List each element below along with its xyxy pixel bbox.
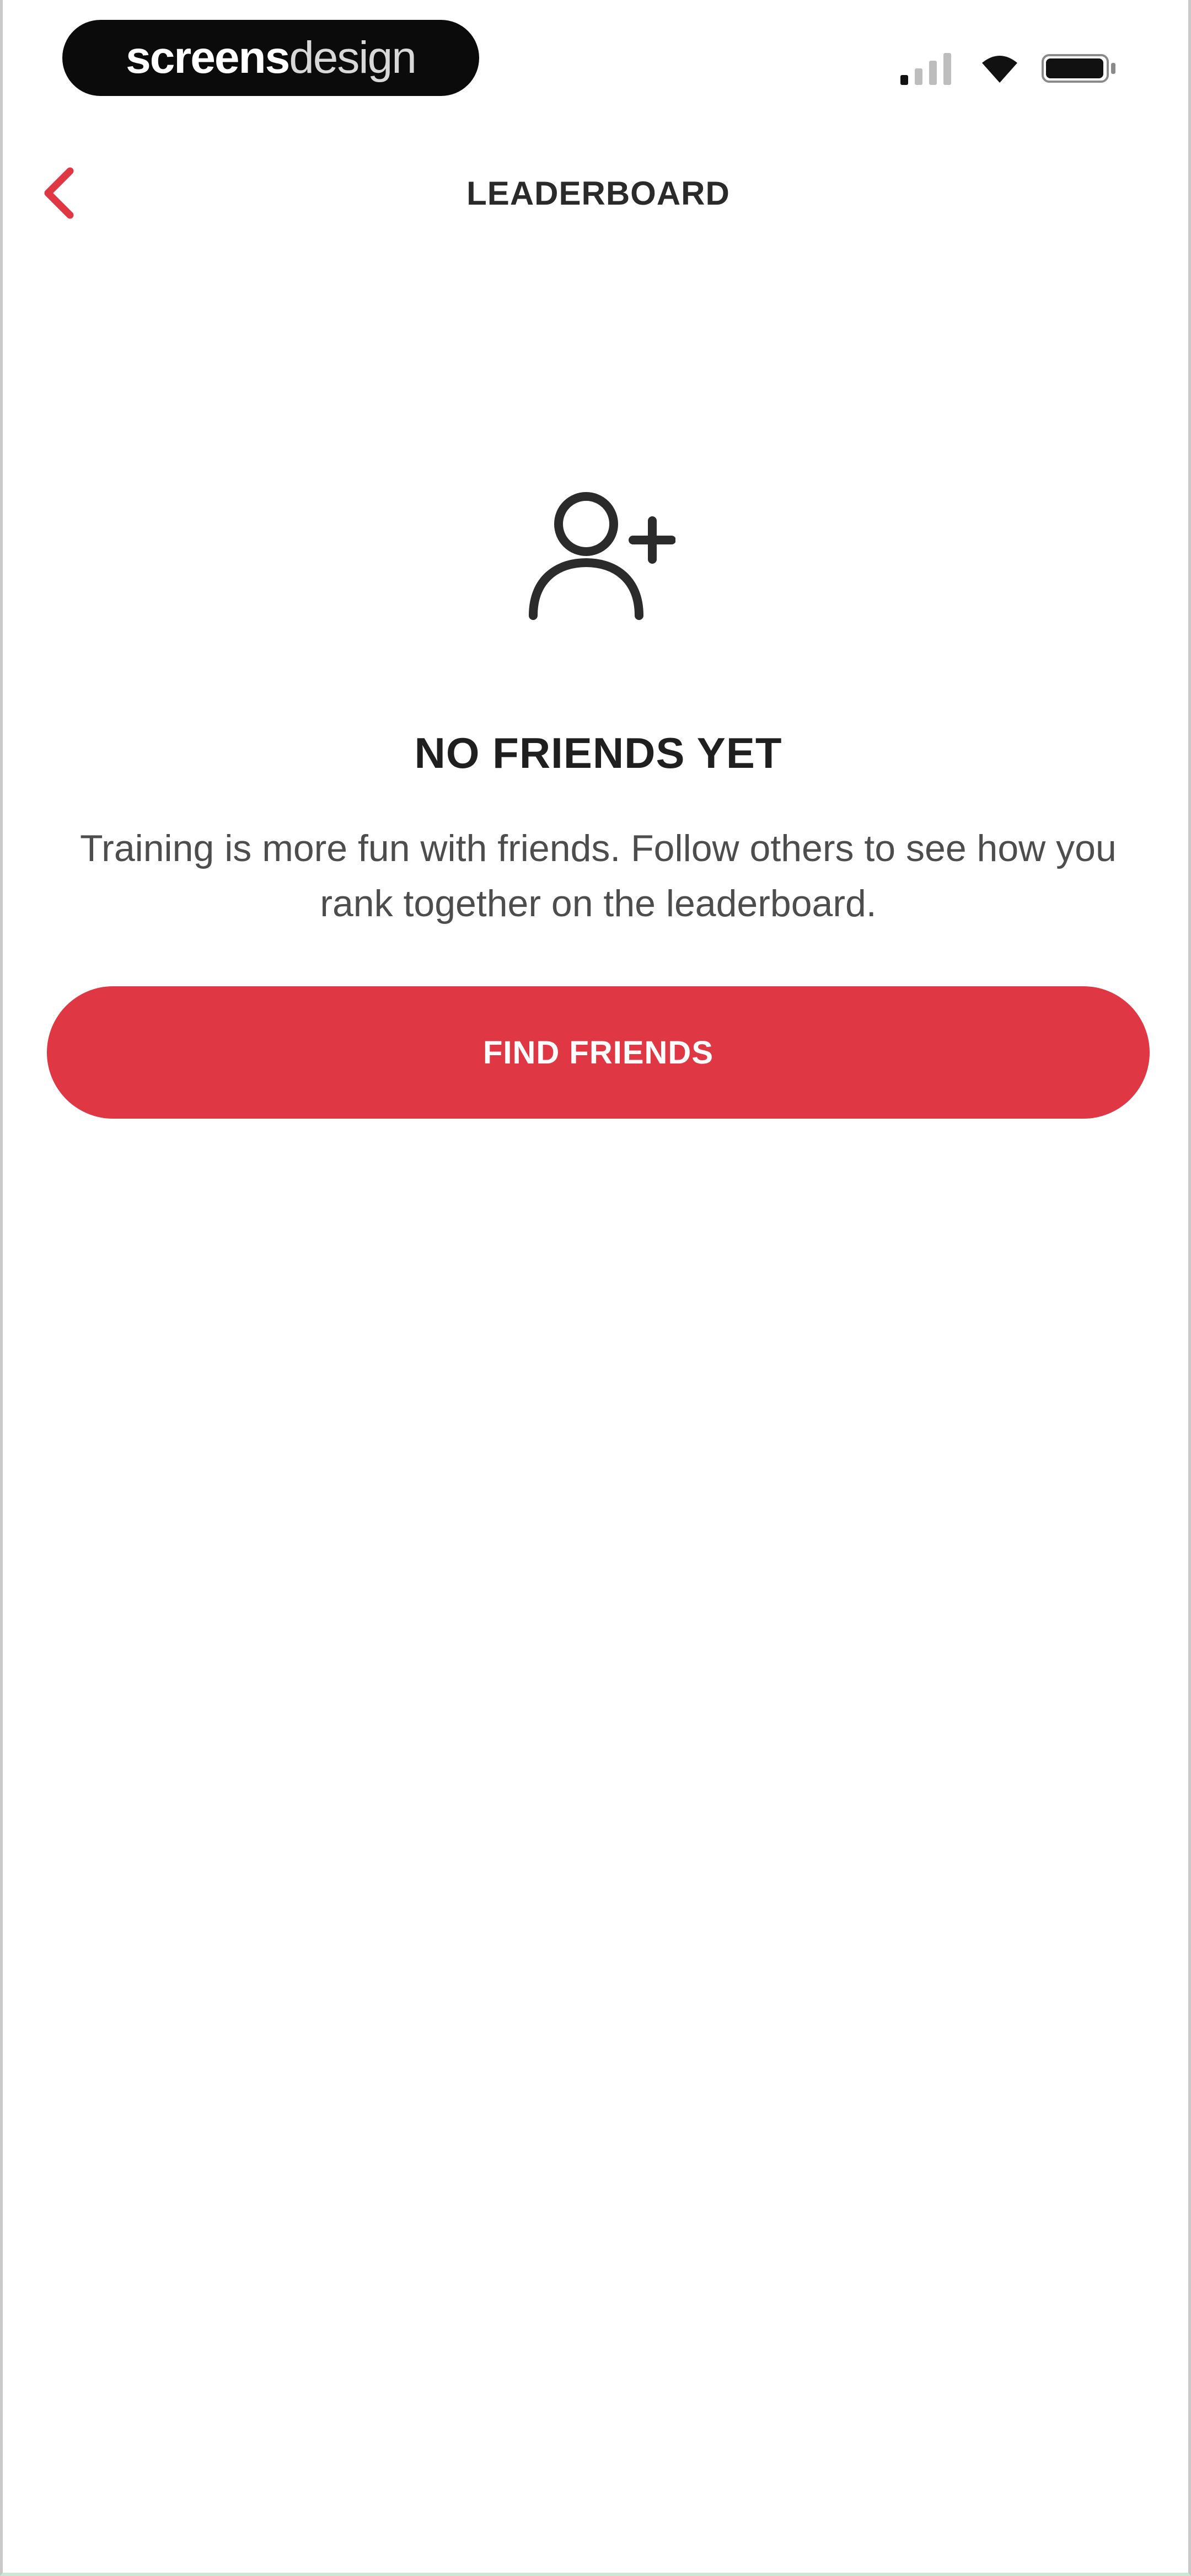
status-bar: screens design [3, 0, 1191, 116]
back-button[interactable] [28, 161, 89, 225]
find-friends-button[interactable]: FIND FRIENDS [47, 986, 1150, 1119]
brand-logo-bold-text: screens [126, 33, 290, 83]
signal-icon [900, 53, 951, 85]
brand-logo-light-text: design [289, 33, 417, 83]
page-title: LEADERBOARD [466, 174, 730, 212]
chevron-left-icon [44, 167, 74, 219]
battery-icon [1042, 54, 1115, 83]
empty-state-title: NO FRIENDS YET [414, 729, 782, 777]
brand-logo: screens design [62, 20, 479, 96]
wifi-icon [982, 56, 1017, 83]
add-person-icon [529, 492, 675, 620]
app-screen: screens design LEADERBOARD NO FRIENDS YE… [0, 0, 1191, 2576]
empty-state-message: Training is more fun with friends. Follo… [80, 827, 1117, 924]
header: LEADERBOARD [3, 138, 1191, 248]
